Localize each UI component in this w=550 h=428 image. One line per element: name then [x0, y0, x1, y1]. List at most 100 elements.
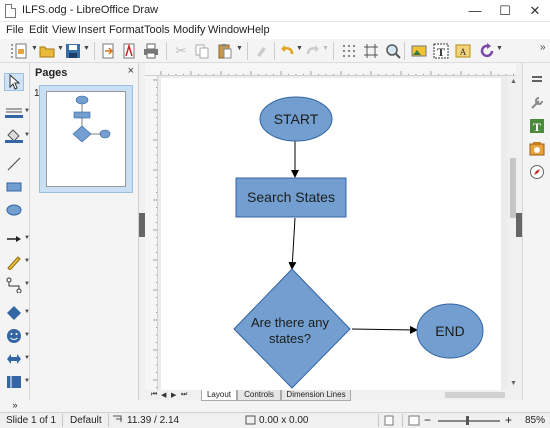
first-tab-icon[interactable]: ⏮	[151, 391, 157, 399]
menu-bar: File Edit View Insert Format Tools Modif…	[0, 22, 550, 39]
new-document-icon[interactable]	[12, 42, 30, 60]
svg-text:A: A	[460, 47, 467, 57]
pages-panel-title: Pages	[35, 67, 68, 79]
layer-tab-bar: ⏮ ◀ ▶ ⏭ Layout Controls Dimension Lines	[145, 390, 516, 401]
print-icon[interactable]	[142, 42, 160, 60]
redo-dropdown-arrow[interactable]: ▼	[322, 45, 329, 52]
new-dropdown-arrow[interactable]: ▼	[31, 45, 38, 52]
standard-toolbar: ▼ ▼ ▼ ✂ ▼ ▼ ▼ T A ▼ »	[0, 39, 550, 63]
drawing-page[interactable]: START Search States Are there any states…	[161, 78, 501, 390]
navigator-icon[interactable]	[528, 163, 546, 181]
curve-tool-icon[interactable]: ▼	[4, 253, 30, 271]
title-bar: ILFS.odg - LibreOffice Draw — ☐ ✕	[0, 0, 550, 22]
zoom-level[interactable]: 85%	[525, 415, 545, 426]
cursor-position: 11.39 / 2.14	[127, 415, 180, 426]
menu-help[interactable]: Help	[247, 24, 270, 36]
start-label: START	[274, 111, 319, 127]
vertical-ruler[interactable]	[145, 76, 158, 390]
toolbar-gap	[30, 400, 550, 412]
flowchart-shapes-icon[interactable]: ▼	[4, 373, 30, 391]
layout-name: Default	[70, 415, 102, 426]
position-icon	[112, 415, 124, 428]
close-button[interactable]: ✕	[520, 0, 550, 22]
cut-icon[interactable]: ✂	[172, 42, 190, 60]
connector-tool-icon[interactable]: ▼	[4, 276, 30, 294]
undo-icon[interactable]	[278, 42, 296, 60]
fill-color-icon[interactable]: ▼	[4, 127, 30, 145]
connector-decision-to-end[interactable]	[351, 325, 418, 334]
window-title: ILFS.odg - LibreOffice Draw	[22, 4, 159, 16]
drawing-canvas[interactable]: START Search States Are there any states…	[158, 76, 508, 390]
open-folder-icon[interactable]	[38, 42, 56, 60]
block-arrows-icon[interactable]: ▼	[4, 350, 30, 368]
tab-layout[interactable]: Layout	[201, 390, 237, 401]
prev-tab-icon[interactable]: ◀	[161, 391, 166, 399]
maximize-button[interactable]: ☐	[490, 0, 520, 22]
undo-dropdown-arrow[interactable]: ▼	[296, 45, 303, 52]
last-tab-icon[interactable]: ⏭	[181, 391, 187, 399]
object-size: 0.00 x 0.00	[259, 415, 309, 426]
page-thumbnail[interactable]	[39, 85, 133, 193]
page-thumbnail-preview	[46, 91, 126, 187]
svg-text:T: T	[437, 45, 445, 59]
toolbar-more-icon[interactable]: »	[540, 42, 546, 53]
paste-icon[interactable]	[216, 42, 234, 60]
zoom-out-icon[interactable]: −	[424, 413, 431, 427]
open-dropdown-arrow[interactable]: ▼	[57, 45, 64, 52]
decision-label-line1: Are there any	[251, 315, 330, 330]
menu-window[interactable]: Window	[208, 24, 247, 36]
menu-insert[interactable]: Insert	[78, 24, 106, 36]
styles-icon[interactable]: T	[528, 117, 546, 135]
horizontal-ruler[interactable]	[145, 63, 520, 76]
gallery-icon[interactable]	[528, 140, 546, 158]
tab-dimension-lines[interactable]: Dimension Lines	[281, 390, 351, 401]
helplines-icon[interactable]	[362, 42, 380, 60]
ellipse-tool-icon[interactable]	[4, 201, 24, 219]
zoom-in-icon[interactable]: +	[505, 413, 512, 427]
save-dropdown-arrow[interactable]: ▼	[83, 45, 90, 52]
paste-dropdown-arrow[interactable]: ▼	[236, 45, 243, 52]
basic-shapes-icon[interactable]: ▼	[4, 304, 30, 322]
menu-format[interactable]: Format	[109, 24, 144, 36]
rectangle-tool-icon[interactable]	[4, 178, 24, 196]
save-icon[interactable]	[64, 42, 82, 60]
clone-formatting-icon[interactable]	[252, 42, 270, 60]
menu-tools[interactable]: Tools	[144, 24, 170, 36]
end-label: END	[435, 323, 465, 339]
menu-view[interactable]: View	[52, 24, 76, 36]
select-tool-icon[interactable]	[4, 73, 24, 91]
next-tab-icon[interactable]: ▶	[171, 391, 176, 399]
zoom-icon[interactable]	[384, 42, 402, 60]
svg-text:T: T	[533, 120, 541, 134]
redo-icon[interactable]	[304, 42, 322, 60]
zoom-slider-knob[interactable]	[466, 416, 469, 425]
lines-arrows-icon[interactable]: ▼	[4, 230, 30, 248]
rotate-icon[interactable]	[478, 42, 496, 60]
export-pdf-icon[interactable]	[120, 42, 138, 60]
sidebar-deck: T	[522, 63, 550, 400]
symbol-shapes-icon[interactable]: ▼	[4, 327, 30, 345]
fit-page-icon[interactable]	[408, 415, 420, 428]
menu-edit[interactable]: Edit	[29, 24, 48, 36]
copy-icon[interactable]	[193, 42, 211, 60]
grid-icon[interactable]	[340, 42, 358, 60]
image-icon[interactable]	[410, 42, 428, 60]
line-color-icon[interactable]: ▼	[4, 103, 30, 121]
pages-panel-close-icon[interactable]: ×	[128, 65, 134, 77]
properties-icon[interactable]	[528, 94, 546, 112]
export-icon[interactable]	[99, 42, 117, 60]
text-box-icon[interactable]: T	[432, 42, 450, 60]
pages-panel: Pages × 1	[30, 63, 139, 400]
menu-modify[interactable]: Modify	[173, 24, 205, 36]
line-tool-icon[interactable]	[4, 155, 24, 173]
zoom-slider[interactable]	[438, 420, 500, 422]
fontwork-icon[interactable]: A	[454, 42, 472, 60]
menu-file[interactable]: File	[6, 24, 24, 36]
tab-controls[interactable]: Controls	[237, 390, 281, 401]
minimize-button[interactable]: —	[460, 0, 490, 22]
rotate-dropdown-arrow[interactable]: ▼	[496, 45, 503, 52]
connector-process-to-decision[interactable]	[288, 217, 297, 270]
drawing-toolbar-more-icon[interactable]: »	[0, 400, 30, 412]
horizontal-scroll-thumb[interactable]	[445, 392, 505, 398]
sidebar-menu-icon[interactable]	[528, 71, 546, 89]
